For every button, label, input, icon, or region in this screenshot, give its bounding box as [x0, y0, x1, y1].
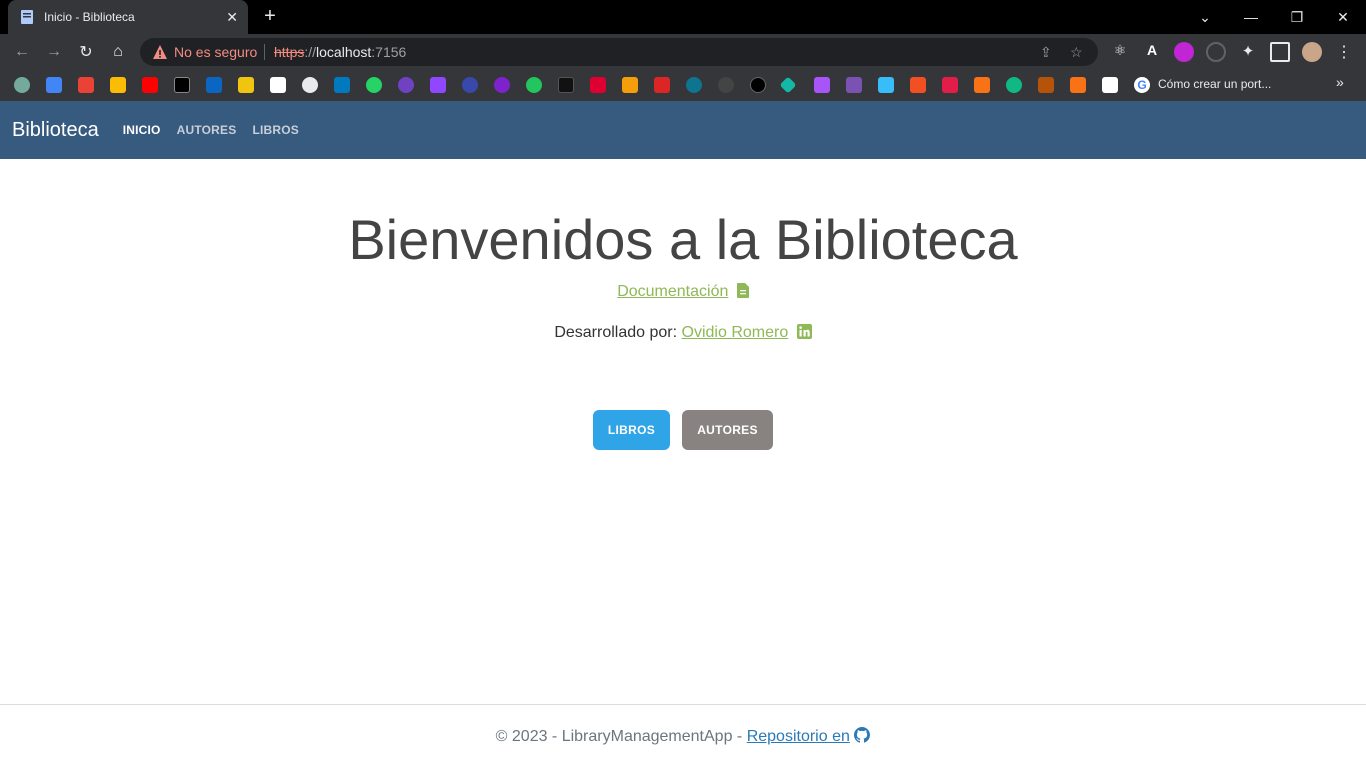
linkedin-icon[interactable] — [796, 324, 812, 339]
repository-link[interactable]: Repositorio en — [747, 728, 850, 745]
bookmark-icon[interactable] — [1102, 77, 1118, 93]
developer-line: Desarrollado por: Ovidio Romero — [0, 324, 1366, 342]
bookmark-icon[interactable] — [622, 77, 638, 93]
address-bar[interactable]: No es seguro https://localhost:7156 ⇪ ☆ — [140, 38, 1098, 66]
bookmark-icon[interactable] — [654, 77, 670, 93]
bookmark-icon[interactable] — [238, 77, 254, 93]
bookmark-icon[interactable] — [558, 77, 574, 93]
x-icon[interactable] — [174, 77, 190, 93]
vite-icon[interactable] — [814, 77, 830, 93]
youtube-icon[interactable] — [142, 77, 158, 93]
react-devtools-icon[interactable]: ⚛ — [1110, 42, 1130, 62]
tab-title: Inicio - Biblioteca — [44, 10, 135, 24]
autores-button[interactable]: AUTORES — [682, 410, 773, 450]
bookmark-icon[interactable] — [779, 76, 797, 94]
nav-link-autores[interactable]: AUTORES — [177, 123, 237, 137]
tab-search-icon[interactable]: ⌄ — [1182, 0, 1228, 34]
bookmark-item-label[interactable]: Cómo crear un port... — [1158, 77, 1271, 91]
extension-icon[interactable] — [1174, 42, 1194, 62]
angular-ext-icon[interactable]: A — [1142, 42, 1162, 62]
bookmark-icon[interactable] — [942, 77, 958, 93]
bookmark-icon[interactable] — [718, 77, 734, 93]
omnibox-divider — [264, 44, 265, 60]
react-icon[interactable] — [686, 77, 702, 93]
app-navbar: Biblioteca INICIO AUTORES LIBROS — [0, 101, 1366, 159]
google-icon: G — [1134, 77, 1150, 93]
chatgpt-icon[interactable] — [14, 77, 30, 93]
browser-tab[interactable]: Inicio - Biblioteca ✕ — [8, 0, 248, 34]
github-icon[interactable] — [302, 77, 318, 93]
close-window-button[interactable]: ✕ — [1320, 0, 1366, 34]
button-group: LIBROS AUTORES — [0, 410, 1366, 450]
nav-link-libros[interactable]: LIBROS — [252, 123, 299, 137]
minimize-button[interactable]: — — [1228, 0, 1274, 34]
linkedin-icon[interactable] — [206, 77, 222, 93]
forward-icon[interactable]: → — [44, 42, 64, 62]
tab-strip: Inicio - Biblioteca ✕ + ⌄ — ❐ ✕ — [0, 0, 1366, 34]
microsoft-icon[interactable] — [910, 77, 926, 93]
nextjs-icon[interactable] — [750, 77, 766, 93]
url-text[interactable]: https://localhost:7156 — [274, 44, 406, 60]
bookmark-icon[interactable] — [1070, 77, 1086, 93]
bookmark-icon[interactable] — [526, 77, 542, 93]
trello-icon[interactable] — [334, 77, 350, 93]
new-tab-button[interactable]: + — [260, 5, 280, 28]
home-icon[interactable]: ⌂ — [108, 42, 128, 62]
page-title: Bienvenidos a la Biblioteca — [348, 208, 1018, 271]
mongodb-icon[interactable] — [1006, 77, 1022, 93]
bookmarks-bar: G Cómo crear un port... » — [0, 70, 1366, 101]
main-content: Bienvenidos a la Biblioteca Documentació… — [0, 159, 1366, 704]
drive-icon[interactable] — [110, 77, 126, 93]
side-panel-icon[interactable] — [1270, 42, 1290, 62]
document-icon — [736, 283, 749, 298]
nav-link-inicio[interactable]: INICIO — [123, 123, 161, 137]
back-icon[interactable]: ← — [12, 42, 32, 62]
browser-chrome: Inicio - Biblioteca ✕ + ⌄ — ❐ ✕ ← → ↻ ⌂ … — [0, 0, 1366, 101]
bookmark-icon[interactable] — [974, 77, 990, 93]
puzzle-icon[interactable]: ✦ — [1238, 42, 1258, 62]
page-icon — [21, 10, 33, 24]
twitch-icon[interactable] — [430, 77, 446, 93]
libros-button[interactable]: LIBROS — [593, 410, 670, 450]
tailwind-icon[interactable] — [878, 77, 894, 93]
github-icon[interactable] — [854, 727, 871, 743]
gmail-icon[interactable] — [78, 77, 94, 93]
avatar[interactable] — [1302, 42, 1322, 62]
translate-icon[interactable] — [46, 77, 62, 93]
bookmark-icon[interactable] — [1038, 77, 1054, 93]
bookmark-icon[interactable] — [462, 77, 478, 93]
footer-text: © 2023 - LibraryManagementApp - — [495, 728, 743, 745]
reload-icon[interactable]: ↻ — [76, 42, 96, 62]
page-footer: © 2023 - LibraryManagementApp - Reposito… — [0, 704, 1366, 768]
warning-icon — [153, 45, 167, 59]
bookmark-icon[interactable] — [494, 77, 510, 93]
restore-button[interactable]: ❐ — [1274, 0, 1320, 34]
bootstrap-icon[interactable] — [846, 77, 862, 93]
notion-icon[interactable] — [270, 77, 286, 93]
extension-icon[interactable] — [1206, 42, 1226, 62]
browser-toolbar: ← → ↻ ⌂ No es seguro https://localhost:7… — [0, 34, 1366, 70]
whatsapp-icon[interactable] — [366, 77, 382, 93]
close-tab-icon[interactable]: ✕ — [226, 9, 238, 26]
share-icon[interactable]: ⇪ — [1040, 44, 1052, 61]
security-status[interactable]: No es seguro — [174, 44, 257, 60]
chevron-more-icon[interactable]: » — [1336, 74, 1344, 90]
bookmark-star-icon[interactable]: ☆ — [1070, 44, 1083, 61]
menu-icon[interactable]: ⋮ — [1334, 42, 1354, 62]
angular-icon[interactable] — [590, 77, 606, 93]
calendar-icon[interactable] — [398, 77, 414, 93]
developed-by-label: Desarrollado por: — [554, 324, 678, 341]
documentation-line: Documentación — [0, 283, 1366, 301]
developer-link[interactable]: Ovidio Romero — [682, 324, 789, 341]
documentation-link[interactable]: Documentación — [617, 283, 728, 300]
navbar-brand[interactable]: Biblioteca — [12, 119, 99, 142]
